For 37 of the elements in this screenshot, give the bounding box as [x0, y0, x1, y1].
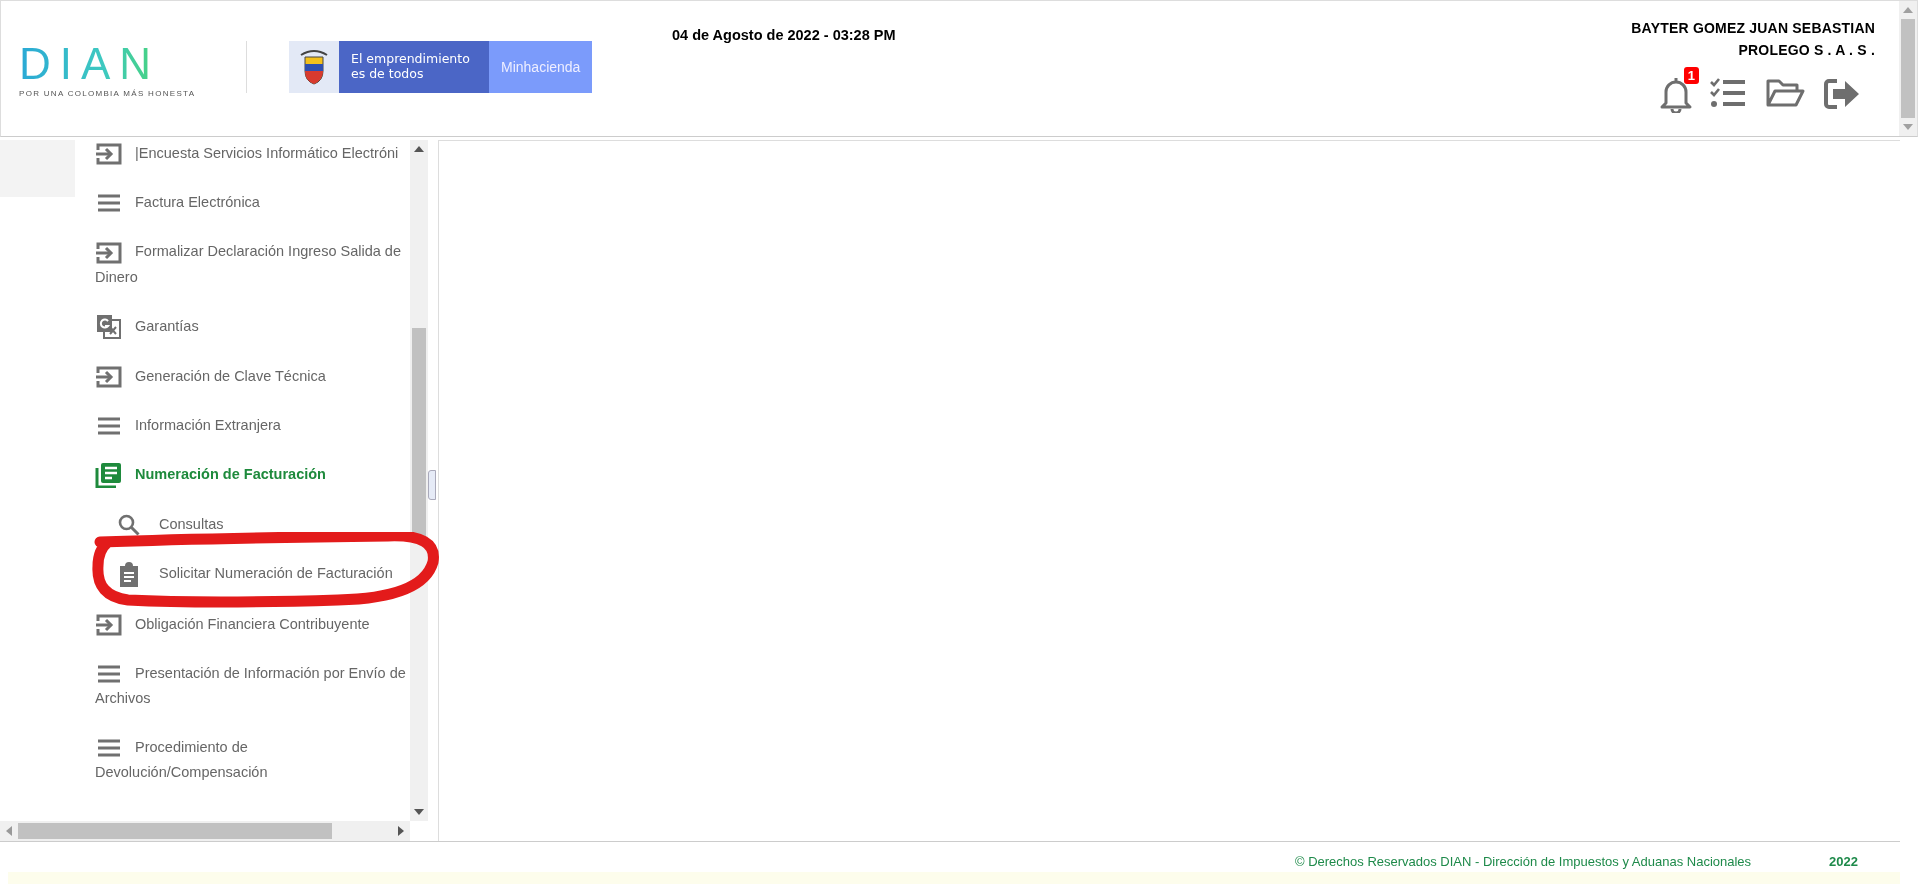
notification-badge: 1 — [1683, 67, 1699, 84]
enter-icon — [95, 240, 123, 265]
translate-icon — [95, 313, 123, 340]
company-name: PROLEGO S . A . S . — [1738, 41, 1875, 60]
checklist-icon[interactable] — [1709, 77, 1747, 109]
logo-tagline: POR UNA COLOMBIA MÁS HONESTA — [19, 89, 196, 98]
document-icon — [95, 462, 123, 489]
coat-of-arms-icon — [299, 49, 329, 85]
user-name: BAYTER GOMEZ JUAN SEBASTIAN — [1631, 19, 1875, 38]
enter-icon — [95, 612, 123, 637]
menu-item[interactable]: Generación de Clave Técnica — [75, 351, 410, 401]
folder-icon[interactable] — [1765, 77, 1805, 109]
enter-icon — [95, 364, 123, 389]
enter-icon — [95, 142, 123, 167]
menu-item[interactable]: Obligación Financiera Contribuyente — [75, 599, 410, 649]
menu-item[interactable]: Consultas — [75, 500, 410, 550]
copyright-text: © Derechos Reservados DIAN - Dirección de Impuestos y Aduanas Nacionales — [1294, 854, 1752, 869]
horizontal-scrollbar[interactable] — [0, 821, 410, 841]
menu-item[interactable]: |Encuesta Servicios Informático Electróni — [75, 129, 410, 179]
menu-item[interactable]: Formalizar Declaración Ingreso Salida de Dinero — [75, 227, 410, 302]
sign-out-icon[interactable] — [1823, 77, 1861, 111]
vertical-scrollbar[interactable] — [410, 140, 428, 821]
menu-item[interactable]: Numeración de Facturación — [75, 450, 410, 501]
menu-item[interactable]: Información Extranjera — [75, 400, 410, 451]
menu-item[interactable]: Factura Electrónica — [75, 178, 410, 228]
menu-item[interactable]: Procedimiento de Devolución/Compensación — [75, 722, 410, 798]
menu-item[interactable]: Presentación de Información por Envío de Archivos — [75, 648, 410, 723]
banner-slogan: El emprendimiento es de todos — [339, 41, 489, 93]
splitter-handle[interactable] — [428, 470, 436, 500]
clipboard-icon — [117, 561, 141, 588]
date-time: 04 de Agosto de 2022 - 03:28 PM — [672, 27, 896, 43]
vertical-scrollbar[interactable] — [1899, 1, 1917, 136]
footer-year: 2022 — [1829, 854, 1858, 869]
menu-item[interactable]: Garantías — [75, 301, 410, 352]
ministry-label: Minhacienda — [489, 41, 592, 93]
search-icon — [117, 513, 141, 538]
menu-item[interactable]: Solicitar Numeración de Facturación — [75, 549, 410, 600]
